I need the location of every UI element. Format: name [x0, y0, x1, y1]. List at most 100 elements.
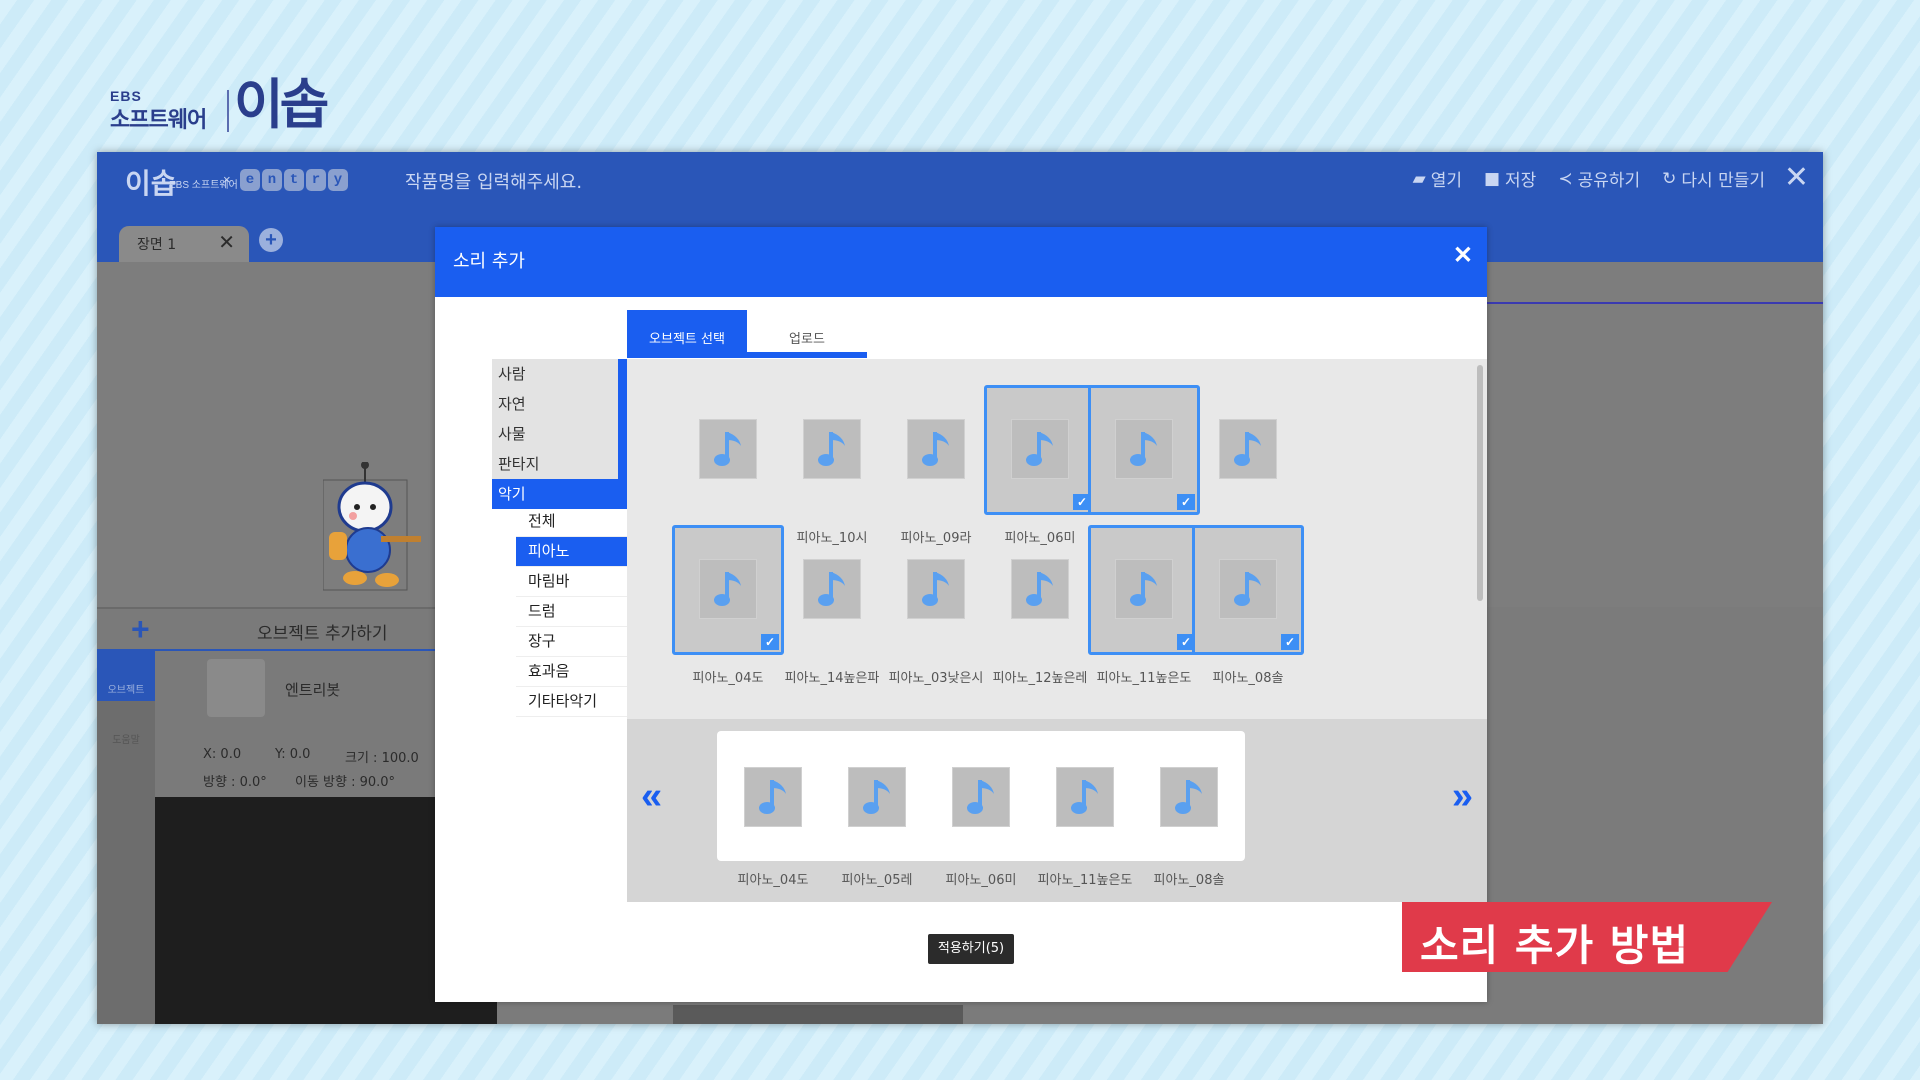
entrybot-sprite[interactable] [323, 462, 423, 592]
tray-sound-tile[interactable] [717, 731, 829, 861]
music-note-icon [1160, 767, 1218, 827]
prop-x: X: 0.0 [203, 747, 242, 762]
add-object-icon[interactable]: + [131, 611, 150, 648]
sound-tile[interactable] [672, 385, 784, 515]
sound-tile[interactable] [984, 525, 1096, 655]
tray-sound-tile[interactable] [1133, 731, 1245, 861]
entry-letter: e [240, 169, 260, 191]
folder-icon: ▰ [1412, 168, 1426, 189]
redo-icon: ↻ [1662, 168, 1677, 189]
music-note-icon [1056, 767, 1114, 827]
brand-separator [227, 90, 229, 132]
sound-tile[interactable] [880, 525, 992, 655]
help-tab-button[interactable]: 도움말 [97, 707, 155, 747]
entry-letter: r [306, 169, 326, 191]
music-note-icon [1115, 419, 1173, 479]
subcategory-item[interactable]: 기타타악기 [516, 687, 628, 717]
dialog-header: 소리 추가 ✕ [435, 227, 1487, 297]
sound-tile[interactable]: ✓ [1088, 385, 1200, 515]
category-item-selected[interactable]: 악기 [492, 479, 628, 509]
save-label: 저장 [1505, 171, 1537, 191]
category-item[interactable]: 자연 [492, 389, 628, 419]
subcategory-item[interactable]: 전체 [516, 507, 628, 537]
caption-text: 소리 추가 방법 [1420, 921, 1690, 970]
add-sound-dialog: 소리 추가 ✕ 오브젝트 선택 업로드 사람 자연 사물 판타지 악기 전체 피… [435, 227, 1487, 1002]
tray-sound-tile[interactable] [821, 731, 933, 861]
selected-sound-tray: « » 피아노_04도 피아노_05레 피아노_06미 피아노_11높은도 피아노_08… [627, 719, 1487, 902]
subcategory-item[interactable]: 효과음 [516, 657, 628, 687]
dialog-tabs: 오브젝트 선택 업로드 [627, 310, 867, 358]
close-icon[interactable]: ✕ [1784, 160, 1809, 195]
add-object-button[interactable]: 오브젝트 추가하기 [257, 619, 388, 644]
prop-move-direction: 이동 방향 : 90.0° [295, 775, 396, 790]
tray-sound-tile[interactable] [1029, 731, 1141, 861]
brand-logo: 이솝 [234, 73, 329, 136]
open-button[interactable]: ▰ 열기 [1412, 166, 1462, 192]
object-name: 엔트리봇 [285, 681, 341, 699]
dialog-title: 소리 추가 [453, 251, 525, 272]
sound-tile[interactable]: ✓ [984, 385, 1096, 515]
app-logo-x: × [223, 172, 231, 187]
prop-direction: 방향 : 0.0° [203, 775, 267, 790]
object-tab-button[interactable]: 오브젝트 [97, 651, 155, 701]
sound-tile[interactable] [776, 385, 888, 515]
sound-tile[interactable] [880, 385, 992, 515]
category-item[interactable]: 판타지 [492, 449, 628, 479]
remake-label: 다시 만들기 [1681, 171, 1765, 191]
sound-grid: 피아노_02낮은라피아노_10시피아노_09라✓피아노_06미✓피아노_05레피… [627, 359, 1487, 719]
subcategory-item[interactable]: 드럼 [516, 597, 628, 627]
add-scene-button[interactable]: + [259, 228, 283, 252]
sound-tile[interactable]: ✓ [1088, 525, 1200, 655]
entry-logo: e n t r y [240, 169, 348, 191]
tab-scene-1[interactable]: 장면 1 ✕ [119, 226, 249, 262]
share-icon: ≺ [1558, 168, 1573, 189]
selected-check-icon: ✓ [1281, 634, 1299, 650]
caption-banner: 소리 추가 방법 [1402, 902, 1772, 972]
brand-software: 소프트웨어 [110, 108, 207, 133]
music-note-icon [848, 767, 906, 827]
top-bar: 이솝 EBS 소프트웨어 × e n t r y 작품명을 입력해주세요. ▰ 열… [97, 152, 1823, 218]
sound-tile[interactable] [776, 525, 888, 655]
tab-upload[interactable]: 업로드 [747, 310, 867, 358]
sound-tile[interactable]: ✓ [1192, 525, 1304, 655]
dialog-close-icon[interactable]: ✕ [1453, 241, 1473, 270]
music-note-icon [744, 767, 802, 827]
subcategory-item[interactable]: 마림바 [516, 567, 628, 597]
grid-scrollbar[interactable] [1477, 365, 1483, 601]
tray-next-button[interactable]: » [1452, 775, 1473, 818]
music-note-icon [907, 419, 965, 479]
music-note-icon [803, 419, 861, 479]
music-note-icon [907, 559, 965, 619]
entry-letter: t [284, 169, 304, 191]
tab-object-select[interactable]: 오브젝트 선택 [627, 310, 747, 358]
tray-sound-tile[interactable] [925, 731, 1037, 861]
sound-tile[interactable]: ✓ [672, 525, 784, 655]
broadcast-logo: EBS 소프트웨어 이솝 [110, 60, 340, 150]
share-button[interactable]: ≺ 공유하기 [1558, 166, 1640, 192]
sound-name: 피아노_08솔 [1212, 671, 1284, 686]
bottom-strip [673, 1005, 963, 1024]
scene-tab-label: 장면 1 [137, 237, 177, 253]
object-thumbnail [207, 659, 265, 717]
music-note-icon [952, 767, 1010, 827]
subcategory-item[interactable]: 장구 [516, 627, 628, 657]
subcategory-item-selected[interactable]: 피아노 [516, 537, 628, 567]
scene-close-icon[interactable]: ✕ [218, 230, 235, 254]
music-note-icon [699, 419, 757, 479]
remake-button[interactable]: ↻ 다시 만들기 [1662, 166, 1765, 192]
save-button[interactable]: ■ 저장 [1484, 166, 1537, 192]
prop-y: Y: 0.0 [275, 747, 311, 762]
music-note-icon [1219, 419, 1277, 479]
category-item[interactable]: 사물 [492, 419, 628, 449]
top-menu: ▰ 열기 ■ 저장 ≺ 공유하기 ↻ 다시 만들기 [1412, 166, 1765, 192]
category-item[interactable]: 사람 [492, 359, 628, 389]
entry-letter: n [262, 169, 282, 191]
tray-prev-button[interactable]: « [641, 775, 662, 818]
music-note-icon [803, 559, 861, 619]
apply-button[interactable]: 적용하기(5) [928, 934, 1014, 964]
project-title-input[interactable]: 작품명을 입력해주세요. [405, 168, 582, 194]
music-note-icon [1115, 559, 1173, 619]
music-note-icon [1011, 419, 1069, 479]
sound-tile[interactable] [1192, 385, 1304, 515]
tray-sound-name: 피아노_08솔 [1153, 873, 1225, 888]
